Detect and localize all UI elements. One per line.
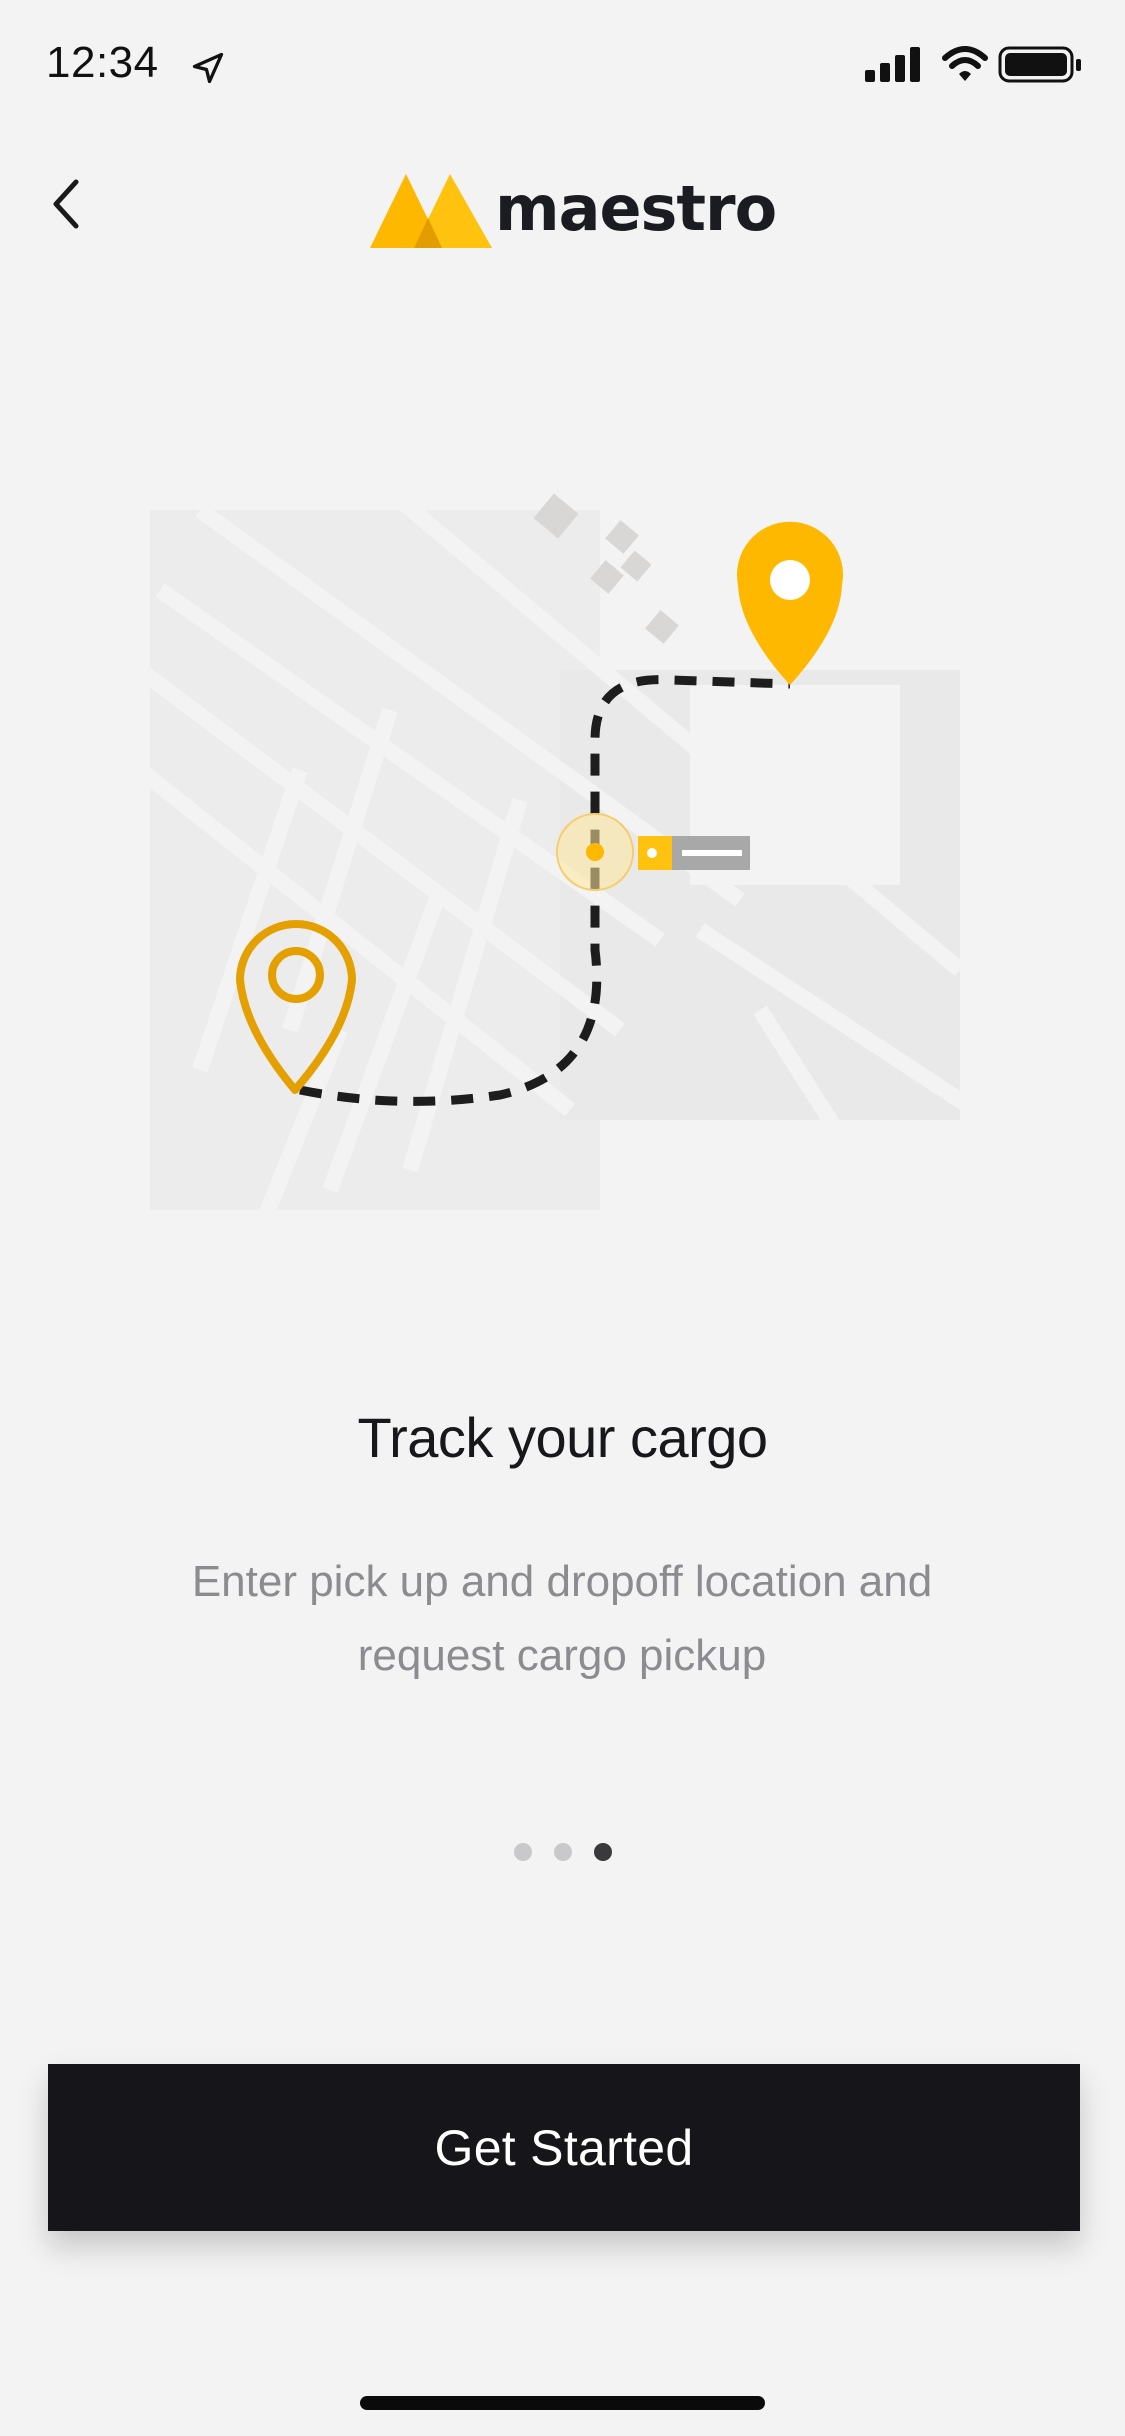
page-dot-1[interactable]	[513, 1843, 532, 1861]
get-started-button[interactable]: Get Started	[48, 2064, 1080, 2231]
onboarding-title: Track your cargo	[357, 1406, 768, 1469]
truck-label	[638, 836, 750, 870]
page-dot-3-active[interactable]	[593, 1843, 612, 1861]
home-indicator[interactable]	[360, 2396, 765, 2410]
status-time: 12:34	[46, 38, 159, 87]
page-indicator	[0, 1843, 1125, 1863]
onboarding-subtitle: Enter pick up and dropoff location and r…	[191, 1557, 933, 1680]
back-button[interactable]	[30, 164, 100, 244]
header: maestro	[0, 140, 1125, 270]
logo-wordmark: maestro	[495, 172, 777, 245]
wifi-icon	[942, 46, 988, 81]
logo-mark	[370, 174, 492, 248]
destination-pin	[737, 521, 843, 685]
page-dot-2[interactable]	[553, 1843, 572, 1861]
chevron-left-icon	[53, 179, 79, 229]
signal-icon	[865, 47, 920, 82]
onboarding-screen: 12:34 maestro Track your cargo Enter pic…	[0, 0, 1125, 2436]
route-map-illustration	[140, 493, 990, 1230]
maestro-logo: maestro	[370, 154, 777, 254]
current-location-marker	[556, 813, 634, 891]
status-icons	[865, 46, 1081, 83]
status-bar: 12:34	[0, 0, 1125, 132]
location-arrow-icon	[192, 52, 224, 84]
battery-icon	[998, 46, 1081, 83]
